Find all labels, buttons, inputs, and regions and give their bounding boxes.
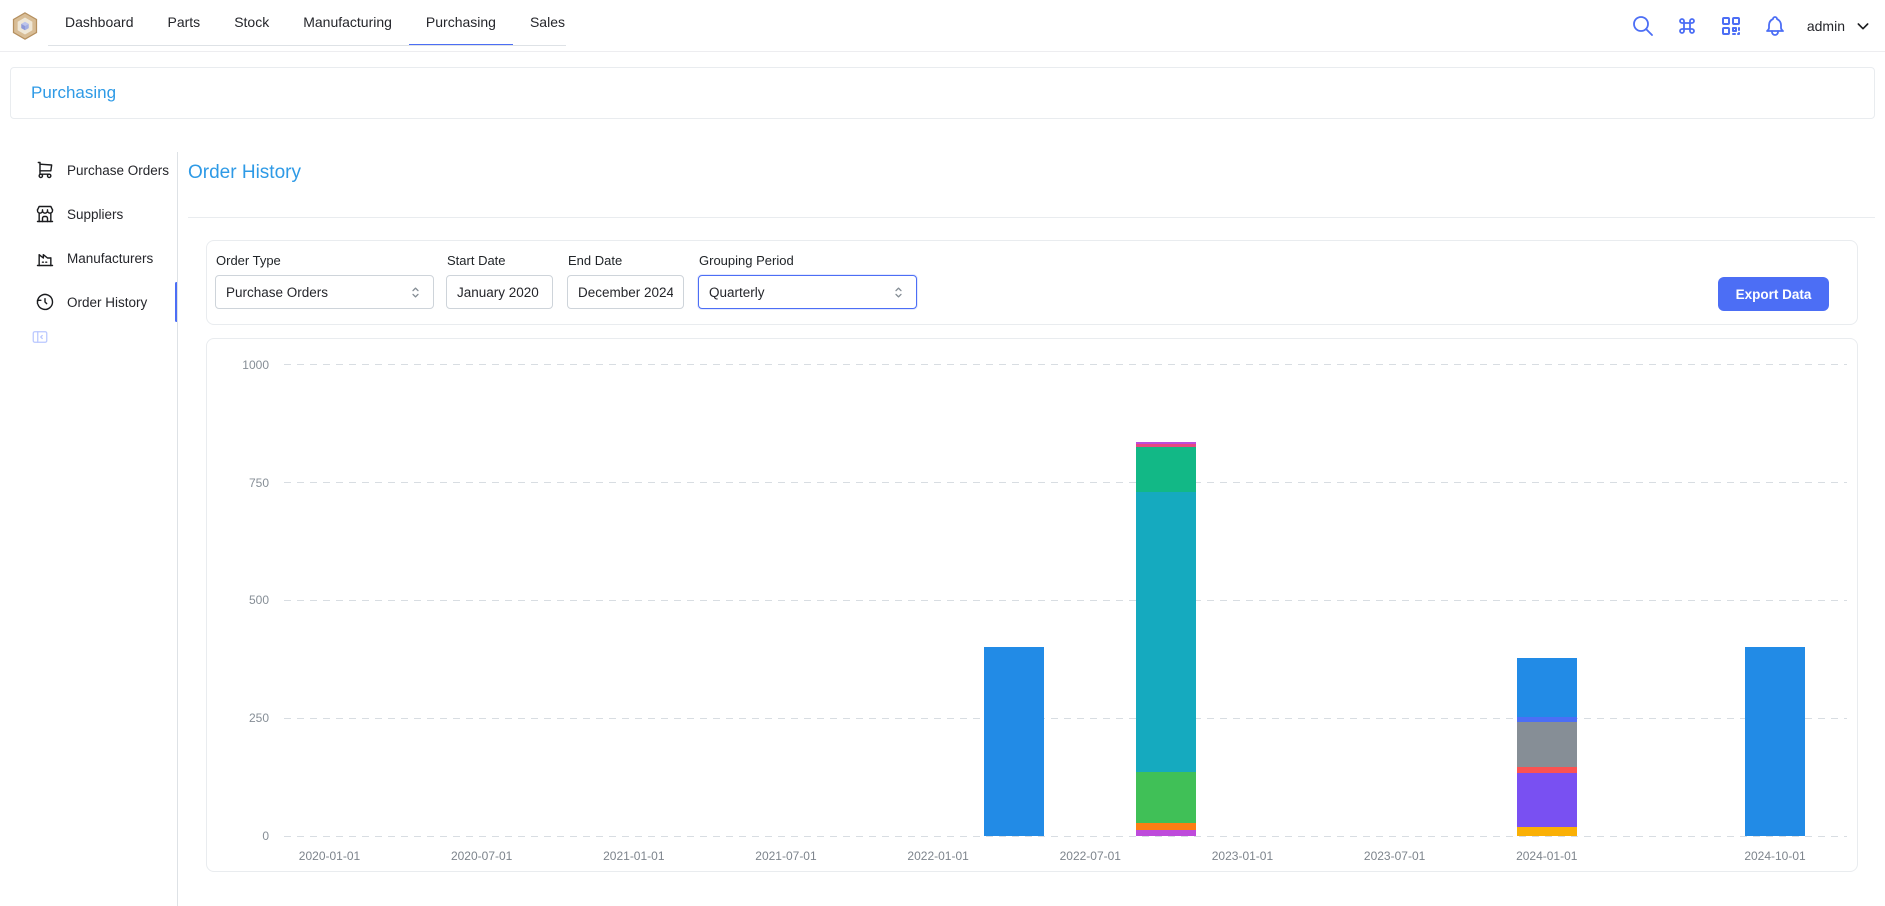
tabs-underline [48,45,566,46]
export-data-button[interactable]: Export Data [1718,277,1829,311]
x-axis-tick-label: 2023-01-01 [1212,849,1273,863]
sidebar-item-label: Order History [67,295,147,310]
command-icon[interactable] [1675,14,1699,38]
page-title: Order History [188,162,301,184]
sidebar-item-order-history[interactable]: Order History [24,280,177,324]
tab-parts[interactable]: Parts [151,0,218,46]
sidebar-item-label: Purchase Orders [67,163,169,178]
chart-gridline [284,600,1847,601]
chart-bar-segment [1136,447,1196,492]
chevron-down-icon [1855,18,1871,34]
sidebar-item-label: Manufacturers [67,251,153,266]
search-icon[interactable] [1631,14,1655,38]
chart-bar-segment [1517,658,1577,717]
qr-scan-icon[interactable] [1719,14,1743,38]
bell-icon[interactable] [1763,14,1787,38]
tab-manufacturing[interactable]: Manufacturing [286,0,409,46]
chart-bar-2022-10-01[interactable] [1136,442,1196,836]
chart-bar-segment [1517,827,1577,836]
x-axis-tick-label: 2024-01-01 [1516,849,1577,863]
page: DashboardPartsStockManufacturingPurchasi… [0,0,1885,906]
order-type-label: Order Type [216,253,434,268]
chart-bar-segment [1136,823,1196,830]
history-icon [35,292,55,312]
y-axis-tick-label: 1000 [219,358,269,372]
tab-sales[interactable]: Sales [513,0,582,46]
username: admin [1807,18,1845,34]
y-axis-tick-label: 250 [219,711,269,725]
shopping-cart-icon [35,160,55,180]
chart-bar-2022-04-01[interactable] [984,647,1044,836]
tab-purchasing[interactable]: Purchasing [409,0,513,46]
grouping-period-group: Grouping Period Quarterly [698,253,917,309]
chart-bar-segment [1517,773,1577,827]
end-date-input[interactable]: December 2024 [567,275,684,309]
user-menu[interactable]: admin [1807,18,1871,34]
x-axis-tick-label: 2022-01-01 [907,849,968,863]
order-type-select[interactable]: Purchase Orders [215,275,434,309]
end-date-label: End Date [568,253,684,268]
chart-bar-2024-01-01[interactable] [1517,658,1577,836]
end-date-group: End Date December 2024 [567,253,684,309]
sidebar-item-purchase-orders[interactable]: Purchase Orders [24,148,177,192]
chart-bar-2024-10-01[interactable] [1745,647,1805,836]
chart-plot-area: 0 250 500 750 1000 2020-01-01 2020-07-01 2021-0… [207,339,1857,871]
selector-icon [408,285,423,300]
breadcrumb-bar: Purchasing [10,67,1875,119]
app-logo-icon[interactable] [10,11,40,41]
filter-panel: Order Type Purchase Orders Start Date Ja… [206,240,1858,325]
x-axis-tick-label: 2021-07-01 [755,849,816,863]
x-axis-tick-label: 2020-01-01 [299,849,360,863]
chart-gridline [284,836,1847,837]
x-axis-tick-label: 2020-07-01 [451,849,512,863]
x-axis-tick-label: 2023-07-01 [1364,849,1425,863]
grouping-period-select[interactable]: Quarterly [698,275,917,309]
chart-bar-segment [1136,492,1196,772]
order-history-chart-card: 0 250 500 750 1000 2020-01-01 2020-07-01 2021-0… [206,338,1858,872]
chart-bar-segment [1745,647,1805,836]
tab-stock[interactable]: Stock [217,0,286,46]
title-divider [188,217,1875,218]
x-axis-tick-label: 2022-07-01 [1060,849,1121,863]
order-type-group: Order Type Purchase Orders [215,253,434,309]
start-date-input[interactable]: January 2020 [446,275,553,309]
breadcrumb-purchasing[interactable]: Purchasing [31,83,116,103]
chart-bar-segment [1517,722,1577,767]
factory-icon [35,248,55,268]
sidebar-divider [177,152,178,906]
selector-icon [891,285,906,300]
x-axis-tick-label: 2021-01-01 [603,849,664,863]
y-axis-tick-label: 0 [219,829,269,843]
main-nav-tabs: DashboardPartsStockManufacturingPurchasi… [48,0,582,46]
start-date-label: Start Date [447,253,553,268]
chart-bar-segment [984,647,1044,836]
chart-gridline [284,364,1847,365]
y-axis-tick-label: 750 [219,476,269,490]
navbar-actions: admin [1631,0,1871,52]
sidebar-item-label: Suppliers [67,207,123,222]
chart-gridline [284,718,1847,719]
x-axis-tick-label: 2024-10-01 [1744,849,1805,863]
sidebar-item-suppliers[interactable]: Suppliers [24,192,177,236]
storefront-icon [35,204,55,224]
start-date-group: Start Date January 2020 [446,253,553,309]
chart-bar-segment [1136,772,1196,822]
grouping-period-label: Grouping Period [699,253,917,268]
sidebar-item-manufacturers[interactable]: Manufacturers [24,236,177,280]
tab-dashboard[interactable]: Dashboard [48,0,151,46]
collapse-sidebar-icon[interactable] [31,328,49,346]
y-axis-tick-label: 500 [219,593,269,607]
chart-gridline [284,482,1847,483]
chart-bar-segment [1136,830,1196,836]
top-navbar: DashboardPartsStockManufacturingPurchasi… [0,0,1885,52]
